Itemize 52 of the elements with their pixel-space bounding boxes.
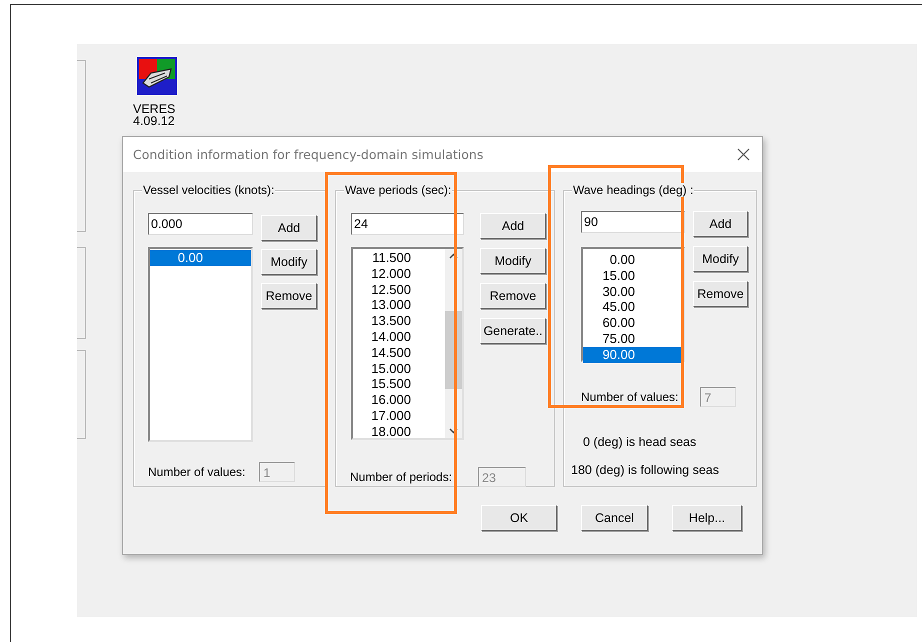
list-item[interactable]: 0.00 <box>583 252 683 268</box>
note-text: 180 (deg) is following seas <box>571 463 719 477</box>
list-item[interactable]: 11.500 <box>353 250 445 266</box>
list-item[interactable]: 75.00 <box>583 330 683 347</box>
note-text: 0 (deg) is head seas <box>583 435 696 449</box>
group-title: Wave periods (sec): <box>344 183 452 197</box>
list-item[interactable]: 60.00 <box>583 315 683 331</box>
close-icon[interactable] <box>737 148 750 161</box>
count-field: 7 <box>700 387 736 407</box>
list-item[interactable]: 14.500 <box>353 344 445 361</box>
list-item[interactable]: 13.500 <box>353 313 445 329</box>
list-item[interactable]: 12.000 <box>353 266 445 282</box>
dialog-button[interactable]: Add <box>693 211 748 237</box>
count-field: 1 <box>259 462 296 482</box>
count-label: Number of values: <box>148 465 246 479</box>
dialog-button[interactable]: Modify <box>261 249 317 275</box>
input-field[interactable]: 24 <box>351 213 464 235</box>
ship-icon[interactable] <box>137 57 177 95</box>
dialog-button[interactable]: Modify <box>480 248 546 274</box>
dialog-button[interactable]: Remove <box>480 283 546 309</box>
dialog-button[interactable]: Help... <box>672 505 742 531</box>
count-label: Number of values: <box>581 390 678 404</box>
list-item[interactable]: 45.00 <box>583 299 683 316</box>
list-item[interactable]: 15.500 <box>353 376 445 392</box>
input-field[interactable]: 90 <box>581 211 685 233</box>
list-item[interactable]: 17.000 <box>353 408 445 424</box>
icon-label: 4.09.12 <box>133 115 175 127</box>
list-item[interactable]: 16.000 <box>353 392 445 408</box>
count-field: 23 <box>478 467 526 487</box>
list-item[interactable]: 30.00 <box>583 284 683 300</box>
dialog-button[interactable]: Add <box>261 215 317 241</box>
dialog-button[interactable]: Remove <box>693 281 748 307</box>
count-label: Number of periods: <box>350 470 452 484</box>
list-item[interactable]: 18.000 <box>353 424 445 440</box>
dialog-button[interactable]: Cancel <box>581 505 648 531</box>
list-item[interactable]: 12.500 <box>353 282 445 298</box>
dialog-button[interactable]: Remove <box>261 283 317 309</box>
list-item[interactable]: 0.00 <box>150 250 251 266</box>
list-item[interactable]: 15.000 <box>353 360 445 376</box>
icon-label: VERES <box>133 103 176 115</box>
list-item[interactable]: 14.000 <box>353 328 445 345</box>
dialog-button[interactable]: Add <box>480 213 546 239</box>
list-item[interactable]: 15.00 <box>583 268 683 284</box>
dialog-title: Condition information for frequency-domain simulations <box>133 147 484 162</box>
list-item[interactable]: 90.00 <box>583 346 683 363</box>
dialog-button[interactable]: Modify <box>693 246 748 272</box>
dialog-button[interactable]: Generate.. <box>480 318 546 344</box>
list-item[interactable]: 13.000 <box>353 297 445 314</box>
dialog-button[interactable]: OK <box>481 505 557 531</box>
input-field[interactable]: 0.000 <box>148 213 253 235</box>
group-title: Vessel velocities (knots): <box>142 183 276 197</box>
group-title: Wave headings (deg) : <box>572 183 694 197</box>
